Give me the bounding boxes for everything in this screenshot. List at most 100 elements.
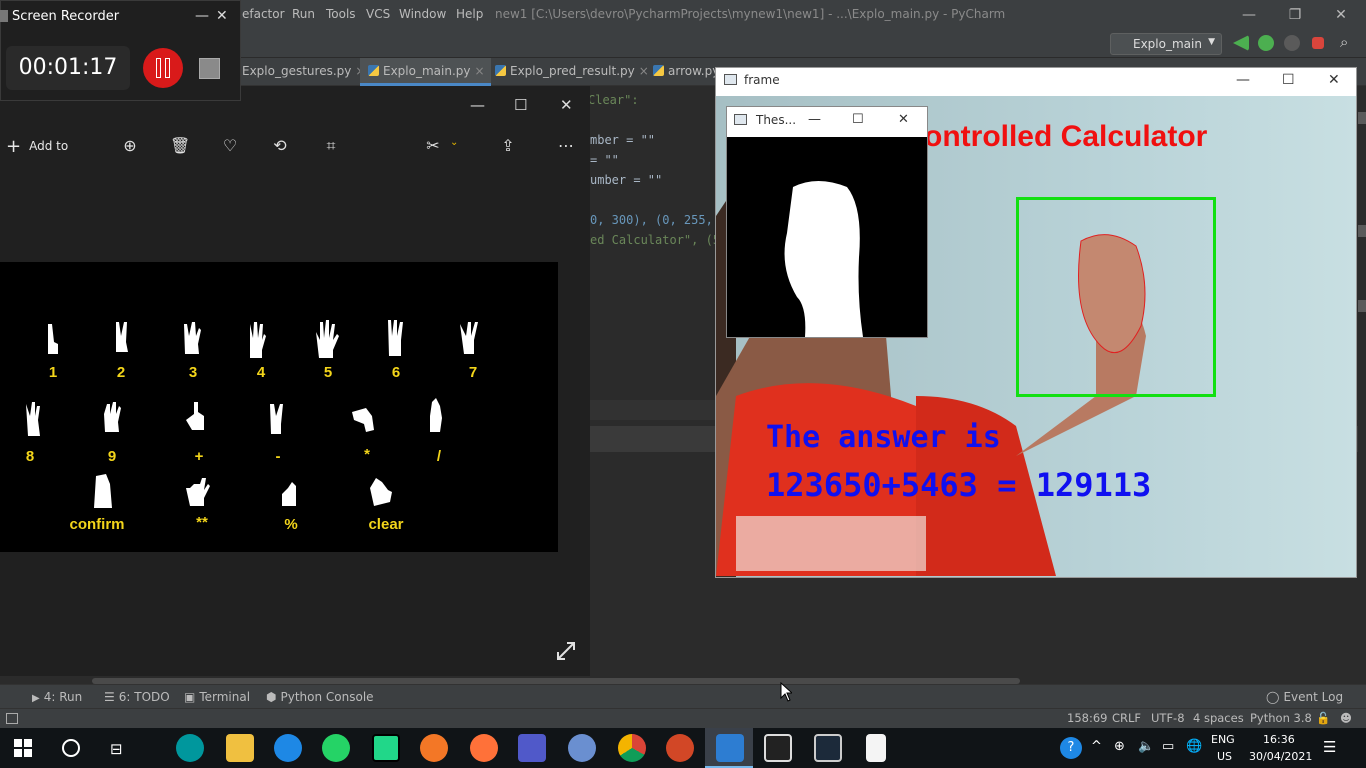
terminal-icon: ▣ [184, 690, 196, 704]
arduino-icon[interactable] [176, 734, 204, 762]
event-log-button[interactable]: ◯ Event Log [1266, 690, 1343, 704]
tab-python-console[interactable]: ⬢ Python Console [266, 690, 374, 704]
favorite-icon[interactable]: ♡ [220, 136, 240, 156]
zoom-icon[interactable]: ⊕ [120, 136, 140, 156]
edge-icon[interactable] [274, 734, 302, 762]
file-explorer-icon[interactable] [226, 734, 254, 762]
threshold-close-icon[interactable]: ✕ [898, 112, 909, 127]
tab-label: Terminal [199, 690, 251, 704]
editor-scrollbar[interactable] [1358, 100, 1366, 684]
clock-date[interactable]: 30/04/2021 [1249, 750, 1312, 763]
powerpoint-icon[interactable] [666, 734, 694, 762]
run-config-select[interactable]: Explo_main ▼ [1110, 33, 1222, 55]
stop-recording-button[interactable] [199, 58, 220, 79]
ide-close-icon[interactable]: ✕ [1318, 4, 1364, 26]
screen-recorder-taskbar-icon[interactable] [814, 734, 842, 762]
python-file-icon [495, 65, 506, 76]
ide-restore-icon[interactable]: ❐ [1272, 4, 1318, 26]
whatsapp-icon[interactable] [322, 734, 350, 762]
photos-close-icon[interactable]: ✕ [560, 96, 573, 114]
gesture-label: 5 [323, 364, 333, 381]
recorder-minimize-icon[interactable]: — [195, 8, 209, 24]
menu-vcs[interactable]: VCS [366, 7, 390, 21]
expand-icon[interactable] [555, 640, 577, 662]
more-icon[interactable]: ⋯ [556, 136, 576, 156]
share-icon[interactable]: ⇪ [498, 136, 518, 156]
r-icon[interactable] [568, 734, 596, 762]
chevron-up-icon[interactable]: ^ [1091, 739, 1102, 754]
tab-explo-pred-result[interactable]: Explo_pred_result.py × [487, 58, 655, 86]
help-icon[interactable]: ? [1060, 737, 1082, 759]
notepad-icon[interactable] [866, 734, 886, 762]
threshold-maximize-icon[interactable]: ☐ [852, 112, 864, 127]
frame-minimize-icon[interactable]: — [1236, 72, 1250, 88]
inspector-icon[interactable]: ☻ [1340, 711, 1352, 725]
tab-arrow[interactable]: arrow.py [645, 58, 725, 86]
jupyter-icon[interactable] [420, 734, 448, 762]
run-icon: ▶ [32, 693, 40, 704]
code-line: umber = "" [590, 173, 663, 187]
lock-icon[interactable]: 🔓 [1316, 711, 1330, 725]
chevron-down-icon: ▼ [1208, 37, 1215, 47]
clock-time[interactable]: 16:36 [1263, 733, 1295, 746]
layout-icon[interactable] [6, 713, 18, 724]
threshold-title: Thes... [756, 113, 797, 127]
network-icon[interactable]: ⊕ [1114, 739, 1125, 754]
crop-icon[interactable]: ⌗ [321, 136, 341, 156]
pycharm-icon[interactable] [372, 734, 400, 762]
chevron-down-icon[interactable]: ⌄ [450, 137, 458, 148]
ide-minimize-icon[interactable]: — [1226, 4, 1272, 26]
tab-terminal[interactable]: ▣ Terminal [184, 690, 250, 704]
task-view-icon[interactable]: ⊟ [110, 740, 123, 758]
pause-icon [165, 58, 170, 78]
language-indicator[interactable]: ENG [1211, 733, 1235, 746]
indent-setting[interactable]: 4 spaces [1193, 711, 1244, 725]
edit-icon[interactable]: ✂ [423, 136, 443, 156]
tab-todo[interactable]: ☰ 6: TODO [104, 690, 170, 704]
frame-maximize-icon[interactable]: ☐ [1282, 72, 1295, 88]
region-indicator[interactable]: US [1217, 750, 1232, 763]
photos-maximize-icon[interactable]: ☐ [514, 96, 527, 114]
menu-run[interactable]: Run [292, 7, 315, 21]
chrome-icon[interactable] [618, 734, 646, 762]
line-separator[interactable]: CRLF [1112, 711, 1141, 725]
rotate-icon[interactable]: ⟲ [270, 136, 290, 156]
scroll-marker [1358, 225, 1366, 237]
firefox-icon[interactable] [470, 734, 498, 762]
gesture-chart-image: 1 2 3 4 5 6 7 8 9 + - * / confirm ** % c… [0, 262, 558, 552]
caret-position[interactable]: 158:69 [1067, 711, 1107, 725]
menu-window[interactable]: Window [399, 7, 446, 21]
teams-icon[interactable] [518, 734, 546, 762]
close-icon[interactable]: × [475, 64, 485, 78]
python-interpreter[interactable]: Python 3.8 [1250, 711, 1312, 725]
photos-icon[interactable] [716, 734, 744, 762]
frame-close-icon[interactable]: ✕ [1328, 72, 1340, 88]
video-window-icon[interactable] [764, 734, 792, 762]
threshold-minimize-icon[interactable]: — [808, 112, 821, 127]
gesture-label: ** [196, 514, 208, 531]
windows-start-icon[interactable] [14, 739, 32, 757]
notifications-icon[interactable]: ☰ [1323, 738, 1336, 756]
menu-help[interactable]: Help [456, 7, 483, 21]
debug-icon[interactable] [1258, 35, 1274, 51]
photos-minimize-icon[interactable]: — [470, 96, 485, 114]
recorder-close-icon[interactable]: ✕ [216, 8, 228, 24]
tab-explo-gestures[interactable]: Explo_gestures.py× [234, 58, 371, 86]
pause-button[interactable] [143, 48, 183, 88]
coverage-icon[interactable] [1284, 35, 1300, 51]
tab-run[interactable]: ▶ 4: Run [32, 690, 82, 704]
search-icon[interactable]: ⌕ [1340, 33, 1348, 51]
add-to-button[interactable]: + Add to [6, 136, 68, 157]
delete-icon[interactable]: 🗑 [170, 136, 190, 156]
search-icon[interactable] [62, 739, 80, 757]
file-encoding[interactable]: UTF-8 [1151, 711, 1185, 725]
menu-refactor[interactable]: efactor [242, 7, 285, 21]
stop-icon[interactable] [1312, 37, 1324, 49]
battery-icon[interactable]: ▭ [1162, 739, 1174, 754]
menu-tools[interactable]: Tools [326, 7, 356, 21]
tab-label: 4: Run [43, 690, 83, 704]
gesture-label: 6 [391, 364, 401, 381]
volume-icon[interactable]: 🔈 [1138, 739, 1154, 754]
globe-icon[interactable]: 🌐 [1186, 739, 1202, 754]
tab-explo-main[interactable]: Explo_main.py × [360, 58, 491, 86]
